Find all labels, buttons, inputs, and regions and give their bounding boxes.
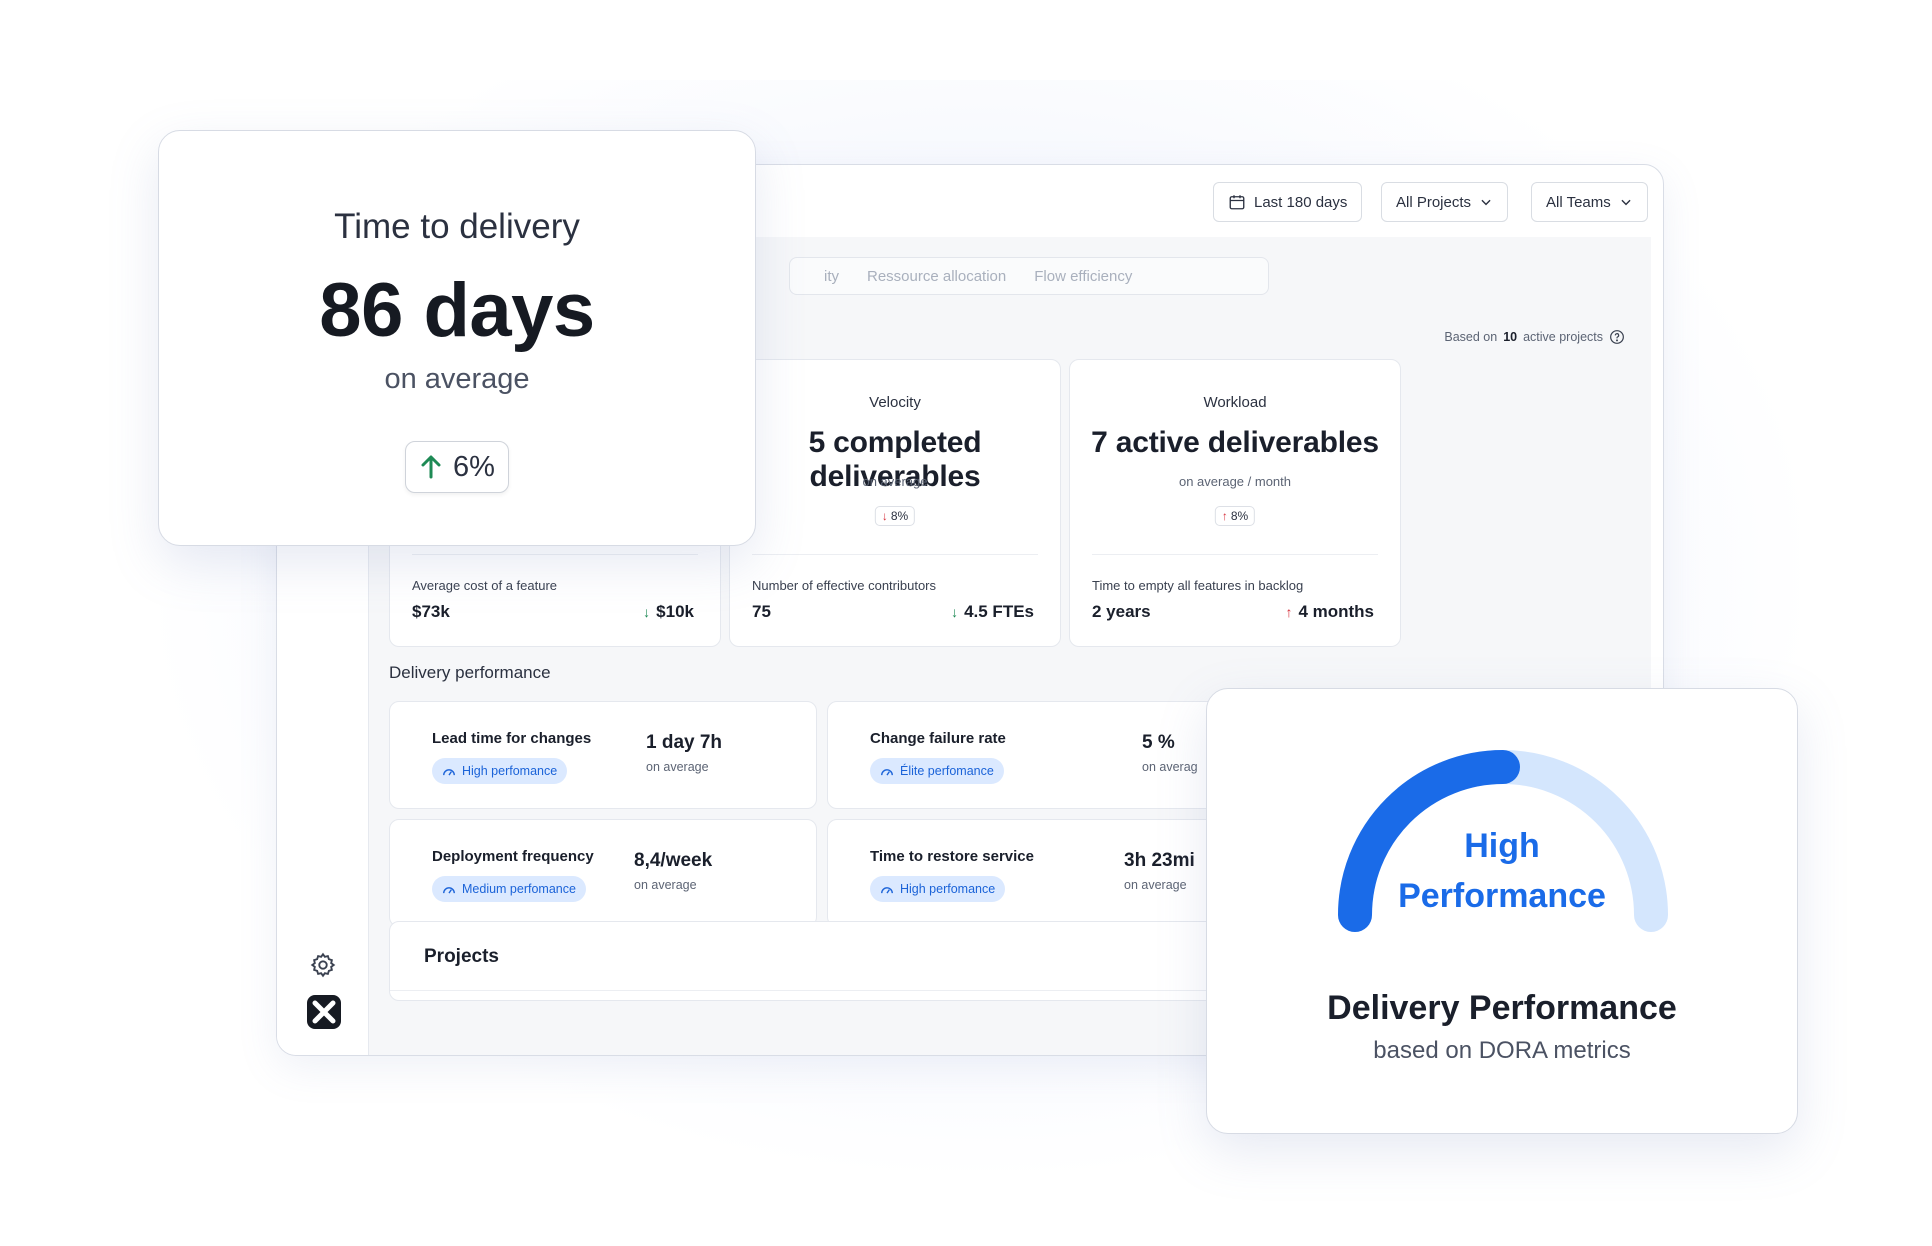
kpi-subtitle: on average / month — [1178, 474, 1292, 489]
kpi-delta-value: 8% — [890, 509, 909, 523]
kpi-footer-delta-value: $10k — [656, 602, 694, 621]
kpi-footer-delta: ↑ 4 months — [1285, 602, 1374, 622]
dora-metric-value: 8,4/week — [634, 850, 713, 871]
kpi-title: Velocity — [869, 394, 921, 411]
kpi-delta-value: 8% — [1230, 509, 1249, 523]
tab-partial[interactable]: ity — [824, 268, 839, 285]
dora-metric-name: Time to restore service — [870, 848, 1034, 865]
kpi-value: 7 active deliverables — [1091, 426, 1379, 459]
kpi-card-velocity: Velocity 5 completed deliverables on ave… — [729, 359, 1061, 647]
kpi-footer-label: Time to empty all features in backlog — [1092, 578, 1304, 593]
kpi-footer-delta: ↓ $10k — [643, 602, 694, 622]
speedometer-icon — [443, 769, 455, 776]
performance-badge-label: Medium perfomance — [462, 882, 576, 896]
dora-metric-sub: on average — [1124, 878, 1187, 892]
kpi-footer-label: Number of effective contributors — [752, 578, 937, 593]
kpi-footer-value: 75 — [752, 602, 771, 621]
dp-title: Delivery Performance — [1327, 989, 1677, 1027]
dora-metric-sub: on average — [634, 878, 697, 892]
arrow-up-icon: ↑ — [1221, 509, 1228, 523]
teams-filter[interactable]: All Teams — [1531, 182, 1648, 222]
arrow-down-icon: ↓ — [643, 604, 651, 620]
app-logo[interactable] — [307, 995, 341, 1029]
kpi-footer-delta: ↓ 4.5 FTEs — [951, 602, 1034, 622]
dora-card-deploy-frequency[interactable]: Deployment frequency Medium perfomance 8… — [389, 819, 817, 927]
kpi-delta-badge: ↑ 8% — [1214, 506, 1256, 526]
dora-card-change-failure[interactable]: Change failure rate Élite perfomance 5 %… — [827, 701, 1255, 809]
projects-filter-label: All Projects — [1396, 193, 1472, 211]
kpi-delta-badge: ↓ 8% — [874, 506, 916, 526]
ttd-value: 86 days — [319, 268, 595, 353]
dora-card-lead-time[interactable]: Lead time for changes High perfomance 1 … — [389, 701, 817, 809]
kpi-subtitle: on average — [862, 474, 928, 489]
speedometer-icon — [881, 769, 893, 776]
tab-resource-allocation[interactable]: Ressource allocation — [867, 268, 1006, 285]
projects-filter[interactable]: All Projects — [1381, 182, 1509, 222]
time-to-delivery-card: Time to delivery 86 days on average 6% — [158, 130, 756, 546]
kpi-divider — [1092, 554, 1378, 555]
kpi-card-workload: Workload 7 active deliverables on averag… — [1069, 359, 1401, 647]
teams-filter-label: All Teams — [1546, 193, 1611, 211]
dora-card-restore-time[interactable]: Time to restore service High perfomance … — [827, 819, 1255, 927]
ttd-delta-value: 6% — [453, 450, 495, 483]
speedometer-icon — [881, 887, 893, 894]
speedometer-icon — [443, 887, 455, 894]
dora-metric-name: Lead time for changes — [432, 730, 592, 747]
dora-metric-name: Change failure rate — [870, 730, 1006, 747]
gauge-label-line2: Performance — [1398, 877, 1606, 915]
performance-badge: Medium perfomance — [432, 876, 586, 902]
date-range-label: Last 180 days — [1254, 193, 1348, 211]
kpi-footer-delta-value: 4 months — [1298, 602, 1374, 621]
performance-badge: High perfomance — [870, 876, 1006, 902]
kpi-footer-value: $73k — [412, 602, 450, 621]
date-range-filter[interactable]: Last 180 days — [1213, 182, 1363, 222]
dora-metric-value: 3h 23mi — [1124, 850, 1195, 871]
delivery-performance-heading: Delivery performance — [389, 663, 551, 682]
based-on-count: 10 — [1503, 330, 1518, 344]
dora-metric-name: Deployment frequency — [432, 848, 594, 865]
arrow-up-icon — [421, 455, 441, 479]
chevron-down-icon — [1621, 199, 1631, 206]
based-on-suffix: active projects — [1523, 330, 1603, 344]
projects-title: Projects — [424, 946, 499, 967]
tab-bar: ity Ressource allocation Flow efficiency — [789, 257, 1269, 295]
based-on-prefix: Based on — [1444, 330, 1498, 344]
performance-badge: Élite perfomance — [870, 758, 1004, 784]
delivery-performance-card: High Performance Delivery Performance ba… — [1206, 688, 1798, 1134]
kpi-title: Workload — [1203, 394, 1267, 411]
ttd-delta-badge: 6% — [405, 441, 509, 493]
dp-subtitle: based on DORA metrics — [1373, 1037, 1631, 1064]
dora-metric-sub: on averag — [1142, 760, 1198, 774]
performance-badge: High perfomance — [432, 758, 568, 784]
dora-metric-sub: on average — [646, 760, 709, 774]
kpi-footer-delta-value: 4.5 FTEs — [964, 602, 1034, 621]
performance-badge-label: Élite perfomance — [900, 764, 994, 778]
arrow-down-icon: ↓ — [951, 604, 959, 620]
arrow-down-icon: ↓ — [881, 509, 888, 523]
performance-badge-label: High perfomance — [462, 764, 558, 778]
dora-metric-value: 1 day 7h — [646, 732, 723, 753]
kpi-divider — [752, 554, 1038, 555]
help-icon[interactable] — [1609, 329, 1625, 345]
dora-metric-value: 5 % — [1142, 732, 1175, 753]
kpi-footer-value: 2 years — [1092, 602, 1151, 621]
gauge-label-line1: High — [1464, 827, 1540, 865]
arrow-up-icon: ↑ — [1285, 604, 1293, 620]
based-on-note: Based on 10 active projects — [1444, 329, 1625, 345]
gear-icon[interactable] — [309, 951, 337, 979]
kpi-footer-label: Average cost of a feature — [412, 578, 558, 593]
kpi-divider — [412, 554, 698, 555]
chevron-down-icon — [1481, 199, 1491, 206]
performance-badge-label: High perfomance — [900, 882, 996, 896]
logo-mark-icon — [312, 1000, 336, 1024]
ttd-subtitle: on average — [384, 363, 530, 395]
ttd-title: Time to delivery — [334, 207, 580, 246]
calendar-icon — [1229, 195, 1245, 210]
tab-flow-efficiency[interactable]: Flow efficiency — [1034, 268, 1132, 285]
